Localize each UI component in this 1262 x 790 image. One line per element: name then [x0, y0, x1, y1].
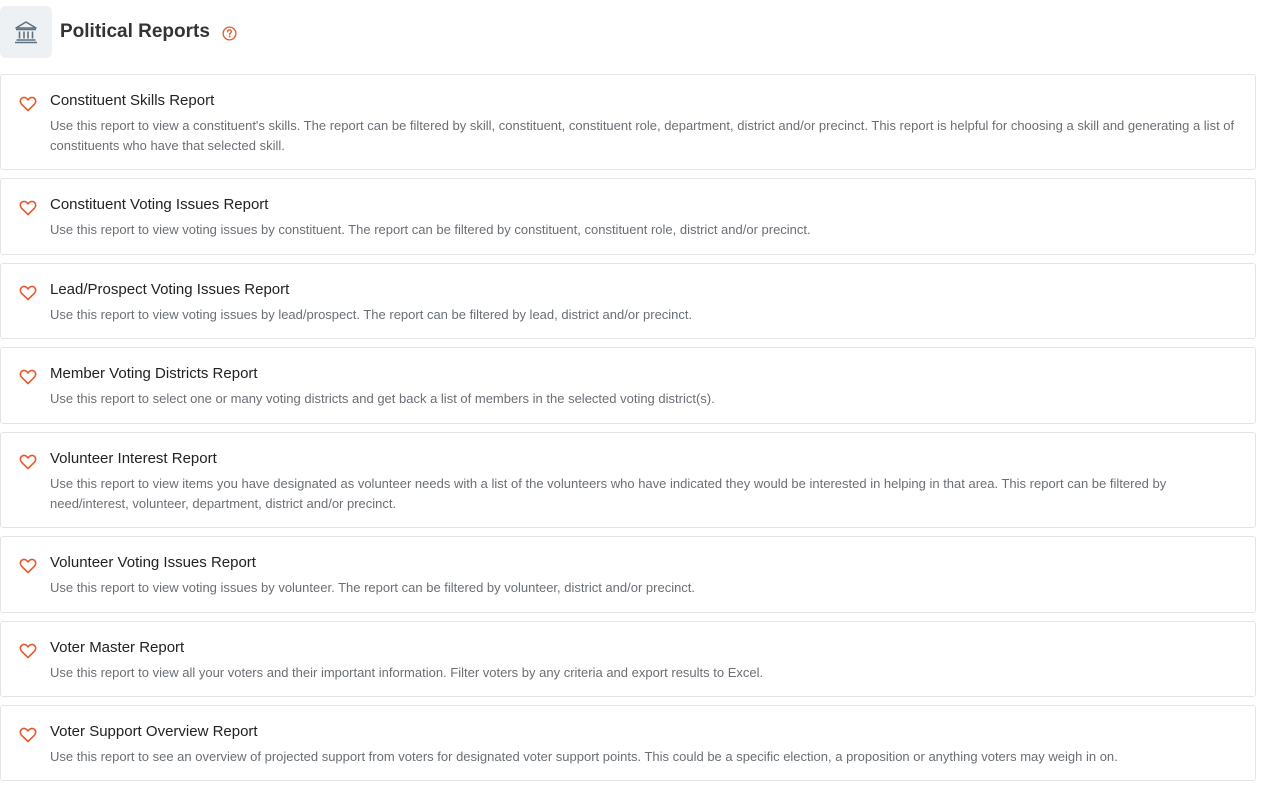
heart-icon[interactable]: [19, 454, 37, 470]
report-description: Use this report to view items you have d…: [50, 476, 1167, 511]
report-title[interactable]: Constituent Voting Issues Report: [50, 196, 1235, 214]
heart-icon[interactable]: [19, 285, 37, 301]
report-card-constituent-skills[interactable]: Constituent Skills Report Use this repor…: [0, 74, 1256, 170]
report-description: Use this report to view voting issues by…: [50, 307, 693, 322]
report-card-voter-support-overview[interactable]: Voter Support Overview Report Use this r…: [0, 705, 1256, 781]
bank-building-icon: [0, 6, 52, 58]
report-title[interactable]: Voter Support Overview Report: [50, 723, 1235, 741]
report-title[interactable]: Volunteer Interest Report: [50, 450, 1235, 468]
report-list: Constituent Skills Report Use this repor…: [0, 74, 1256, 789]
report-title[interactable]: Voter Master Report: [50, 639, 1235, 657]
heart-icon[interactable]: [19, 727, 37, 743]
question-circle-icon[interactable]: [222, 25, 237, 41]
heart-icon[interactable]: [19, 200, 37, 216]
report-description: Use this report to see an overview of pr…: [50, 749, 1118, 764]
page-header: Political Reports: [0, 6, 1262, 58]
report-card-volunteer-interest[interactable]: Volunteer Interest Report Use this repor…: [0, 432, 1256, 528]
report-description: Use this report to view all your voters …: [50, 665, 764, 680]
report-title[interactable]: Constituent Skills Report: [50, 92, 1235, 110]
page-title: Political Reports: [60, 21, 210, 42]
report-card-member-voting-districts[interactable]: Member Voting Districts Report Use this …: [0, 347, 1256, 424]
report-description: Use this report to select one or many vo…: [50, 391, 715, 406]
report-card-volunteer-voting-issues[interactable]: Volunteer Voting Issues Report Use this …: [0, 536, 1256, 613]
report-card-lead-prospect-voting-issues[interactable]: Lead/Prospect Voting Issues Report Use t…: [0, 263, 1256, 339]
report-description: Use this report to view a constituent's …: [50, 118, 1235, 153]
report-title[interactable]: Volunteer Voting Issues Report: [50, 554, 1235, 572]
heart-icon[interactable]: [19, 369, 37, 385]
report-card-constituent-voting-issues[interactable]: Constituent Voting Issues Report Use thi…: [0, 178, 1256, 255]
report-description: Use this report to view voting issues by…: [50, 222, 811, 237]
heart-icon[interactable]: [19, 643, 37, 659]
heart-icon[interactable]: [19, 96, 37, 112]
report-card-voter-master[interactable]: Voter Master Report Use this report to v…: [0, 621, 1256, 697]
heart-icon[interactable]: [19, 558, 37, 574]
report-description: Use this report to view voting issues by…: [50, 580, 696, 595]
report-title[interactable]: Lead/Prospect Voting Issues Report: [50, 281, 1235, 299]
report-title[interactable]: Member Voting Districts Report: [50, 365, 1235, 383]
